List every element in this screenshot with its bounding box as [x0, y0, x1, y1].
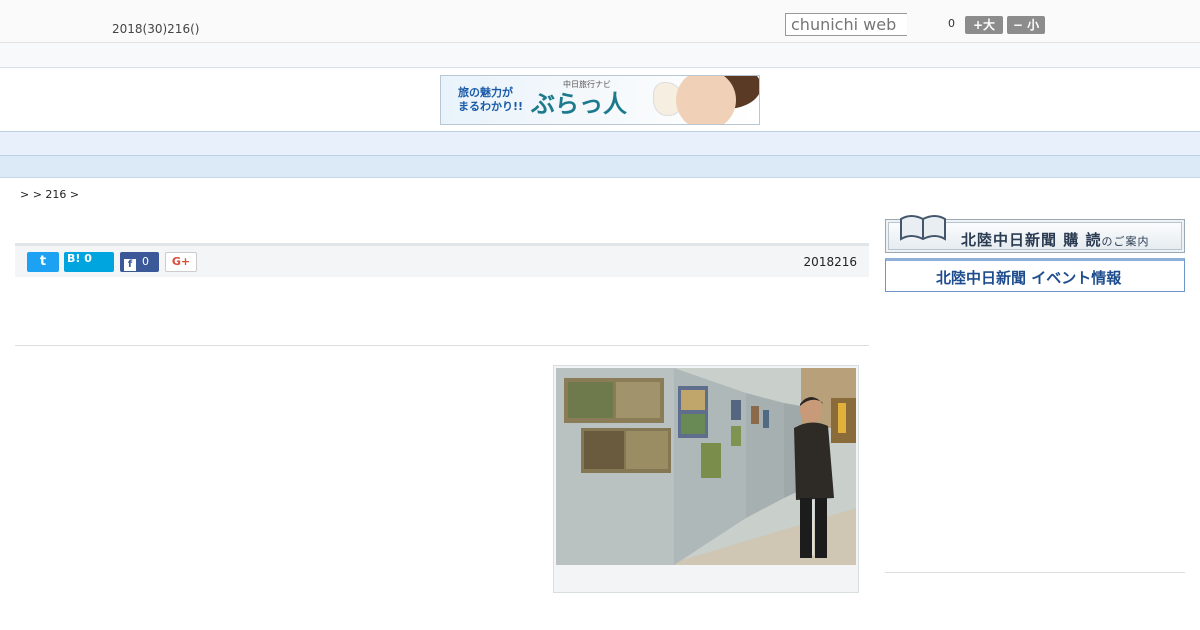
exhibition-photo-svg	[556, 368, 856, 565]
subscribe-banner-label: 北陸中日新聞 購 読のご案内	[961, 231, 1150, 249]
hatena-bookmark-button[interactable]: B! 0	[64, 252, 114, 272]
breadcrumb[interactable]: > > 216 >	[20, 188, 79, 201]
banner-tagline: 旅の魅力が まるわかり!!	[458, 86, 524, 113]
subscribe-banner[interactable]: 北陸中日新聞 購 読のご案内	[885, 215, 1185, 253]
main-nav	[0, 131, 1200, 156]
twitter-icon: t	[39, 254, 47, 269]
font-size-count: 0	[948, 17, 955, 30]
article-divider	[15, 345, 869, 346]
article-date: 2018216	[803, 255, 857, 269]
travel-navi-banner[interactable]: 旅の魅力が まるわかり!! 中日旅行ナビ ぶらっ人	[440, 75, 760, 125]
events-banner-label: 北陸中日新聞 イベント情報	[936, 269, 1122, 287]
sub-bar	[0, 43, 1200, 68]
sidebar-divider	[885, 572, 1185, 573]
facebook-share-button[interactable]: f0	[120, 252, 159, 272]
sub-nav	[0, 156, 1200, 178]
font-bigger-button[interactable]: +大	[965, 16, 1003, 34]
header-date: 2018(30)216()	[112, 22, 200, 36]
twitter-share-button[interactable]: t	[27, 252, 59, 272]
search-input[interactable]	[785, 13, 907, 36]
article-photo[interactable]	[556, 368, 856, 565]
book-icon	[900, 215, 946, 241]
share-toolbar: t B! 0 f0 G+ 2018216	[15, 243, 869, 277]
facebook-icon: f	[124, 259, 136, 271]
banner-brand-logo: ぶらっ人	[531, 89, 627, 118]
model-face-graphic	[676, 76, 736, 124]
facebook-count: 0	[142, 255, 149, 268]
article-photo-frame	[553, 365, 859, 593]
gplus-share-button[interactable]: G+	[165, 252, 197, 272]
font-smaller-button[interactable]: − 小	[1007, 16, 1045, 34]
events-banner[interactable]: 北陸中日新聞 イベント情報	[885, 258, 1185, 292]
top-bar: 2018(30)216() 0 +大 − 小	[0, 0, 1200, 43]
